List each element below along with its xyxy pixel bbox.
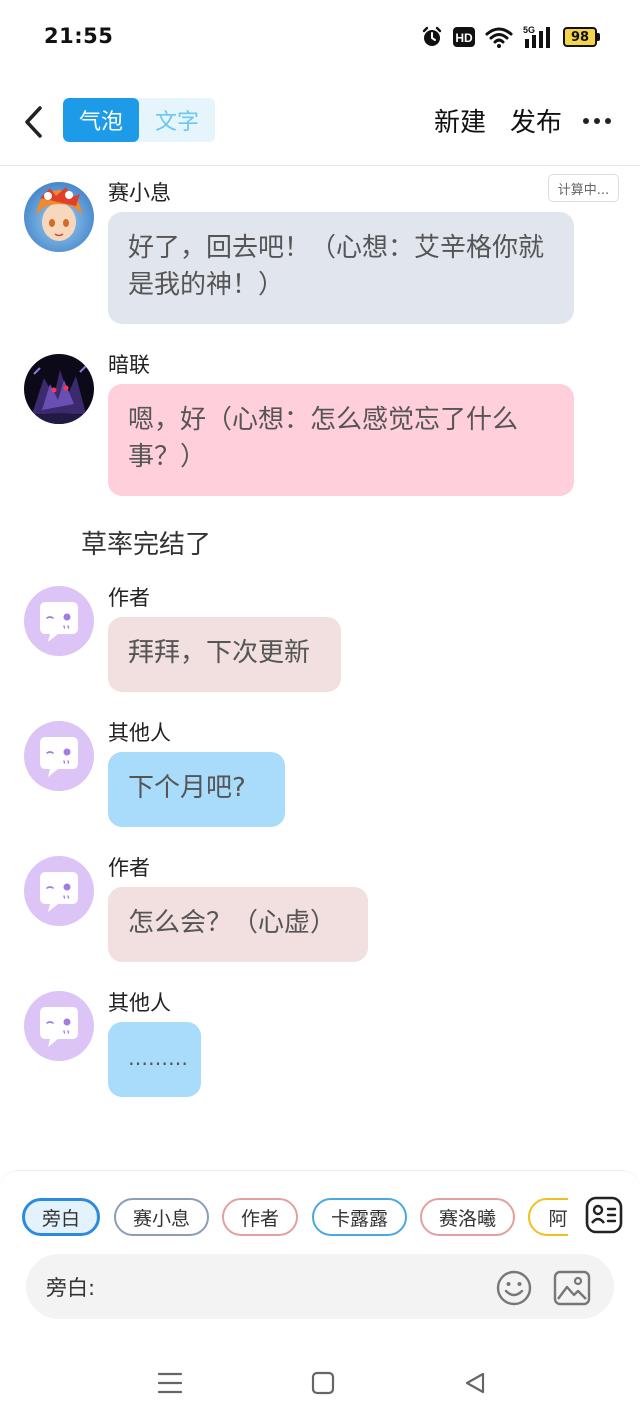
tab-text[interactable]: 文字: [139, 98, 215, 142]
system-nav-bar: [0, 1343, 640, 1422]
new-button[interactable]: 新建: [434, 102, 486, 139]
role-chip-sailuoxi[interactable]: 赛洛曦: [420, 1198, 515, 1236]
cellular-signal-icon: 5G: [523, 25, 550, 48]
image-icon: [553, 1270, 591, 1306]
avatar[interactable]: [24, 586, 94, 656]
alarm-icon: [422, 26, 442, 46]
character-portrait: [24, 354, 94, 424]
recent-apps-button[interactable]: [157, 1371, 183, 1395]
role-list-button[interactable]: [585, 1196, 623, 1234]
message-bubble[interactable]: 拜拜，下次更新: [108, 617, 341, 692]
hd-label: HD: [455, 31, 473, 45]
back-triangle-icon: [465, 1372, 485, 1394]
input-role-label: 旁白:: [46, 1276, 96, 1300]
home-square-icon: [311, 1371, 335, 1395]
publish-button[interactable]: 发布: [510, 102, 562, 139]
message-bubble[interactable]: 下个月吧?: [108, 752, 285, 827]
avatar[interactable]: [24, 182, 94, 252]
avatar[interactable]: [24, 991, 94, 1061]
role-chip-list[interactable]: 旁白 赛小息 作者 卡露露 赛洛曦 阿: [22, 1198, 568, 1236]
character-portrait: [24, 182, 94, 252]
chat-bubble-avatar-icon: [40, 872, 78, 912]
sender-name: 赛小息: [108, 181, 171, 205]
wifi-icon: [485, 27, 513, 48]
chat-bubble-avatar-icon: [40, 1007, 78, 1047]
role-chip-narrator[interactable]: 旁白: [22, 1198, 100, 1236]
back-button[interactable]: [20, 102, 50, 142]
status-time: 21:55: [44, 24, 114, 48]
smiley-icon: [496, 1270, 532, 1306]
avatar[interactable]: [24, 354, 94, 424]
hd-icon: HD: [453, 27, 475, 47]
menu-lines-icon: [157, 1372, 183, 1394]
battery-level: 98: [563, 27, 597, 47]
sender-name: 其他人: [108, 991, 171, 1015]
status-chip: 计算中...: [548, 174, 619, 202]
network-type: 5G: [523, 25, 535, 35]
battery-icon: 98: [563, 27, 600, 47]
message-input[interactable]: 旁白:: [26, 1254, 614, 1319]
avatar[interactable]: [24, 856, 94, 926]
chevron-left-icon: [25, 106, 42, 138]
message-bubble[interactable]: 好了，回去吧！（心想：艾辛格你就是我的神！）: [108, 212, 574, 324]
contact-card-icon: [585, 1196, 623, 1234]
sender-name: 暗联: [108, 353, 150, 377]
composer-panel: 旁白 赛小息 作者 卡露露 赛洛曦 阿 旁白:: [0, 1170, 640, 1343]
tab-bubble[interactable]: 气泡: [63, 98, 139, 142]
image-button[interactable]: [552, 1269, 592, 1307]
header: 气泡 文字 新建 发布: [0, 94, 640, 150]
role-chip-author[interactable]: 作者: [222, 1198, 298, 1236]
narration-text[interactable]: 草率完结了: [81, 524, 211, 561]
role-chip-a[interactable]: 阿: [528, 1198, 568, 1236]
system-back-button[interactable]: [462, 1371, 488, 1395]
chat-bubble-avatar-icon: [40, 737, 78, 777]
message-bubble[interactable]: 嗯，好（心想：怎么感觉忘了什么事？）: [108, 384, 574, 496]
role-chip-saixiaoxi[interactable]: 赛小息: [114, 1198, 209, 1236]
more-button[interactable]: [582, 106, 612, 136]
avatar[interactable]: [24, 721, 94, 791]
home-button[interactable]: [310, 1371, 336, 1395]
sender-name: 作者: [108, 586, 150, 610]
status-bar: 21:55 HD 5G 98: [0, 0, 640, 74]
more-dots-icon: [583, 118, 611, 124]
mode-toggle: 气泡 文字: [63, 98, 215, 142]
chat-bubble-avatar-icon: [40, 602, 78, 642]
status-icons: HD 5G 98: [421, 24, 600, 50]
role-chip-kalulu[interactable]: 卡露露: [312, 1198, 407, 1236]
header-divider: [0, 165, 640, 166]
sender-name: 其他人: [108, 721, 171, 745]
sender-name: 作者: [108, 856, 150, 880]
message-bubble[interactable]: ………: [108, 1022, 201, 1097]
message-bubble[interactable]: 怎么会？（心虚）: [108, 887, 368, 962]
emoji-button[interactable]: [495, 1269, 533, 1307]
